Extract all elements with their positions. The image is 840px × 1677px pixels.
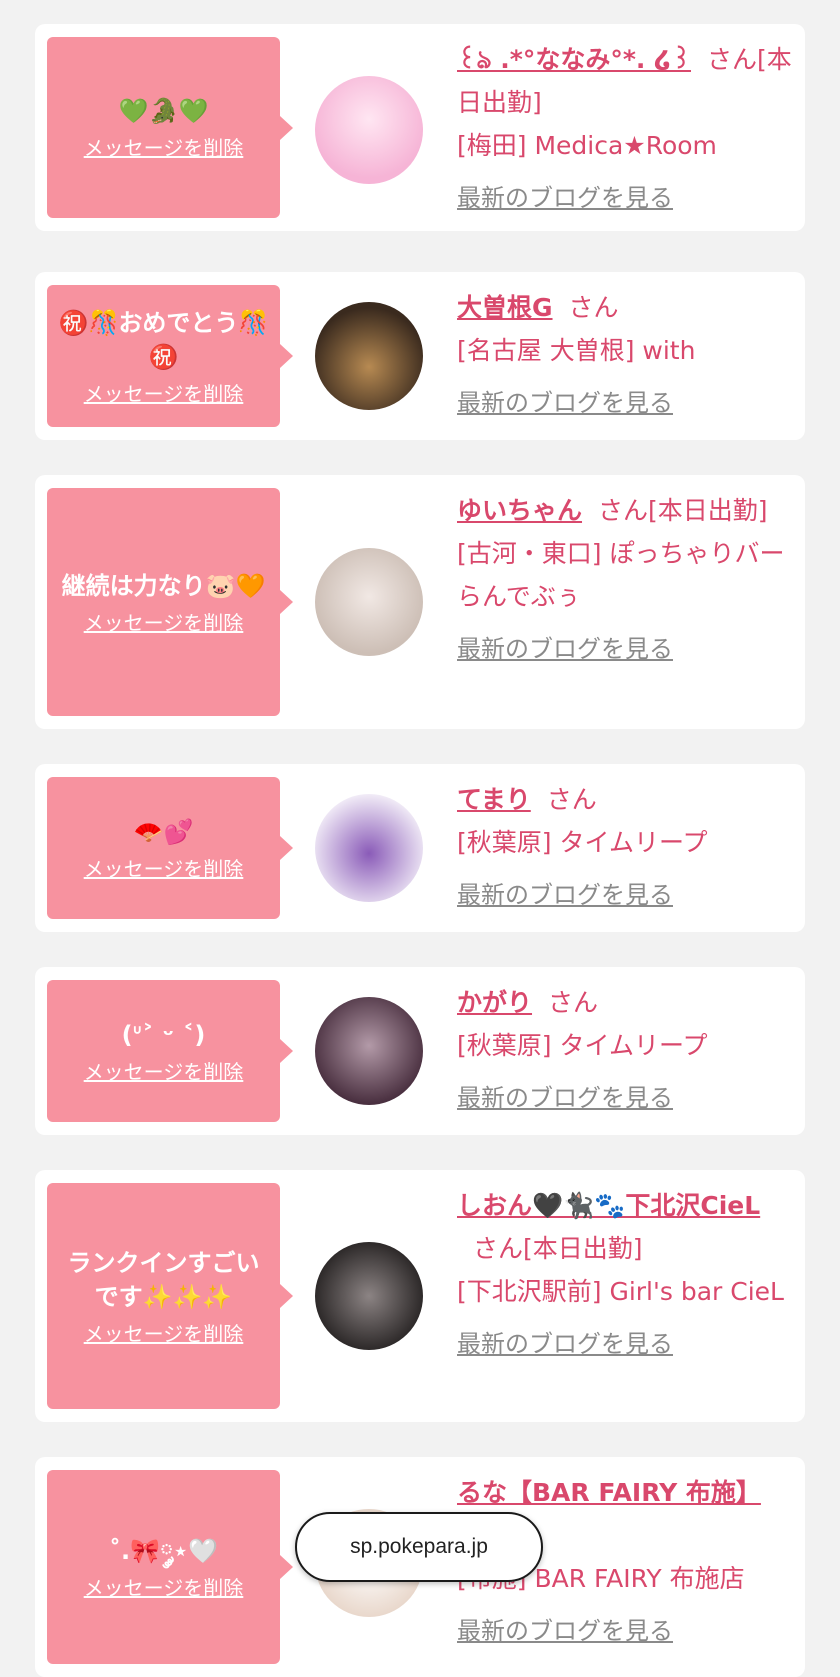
list-item: (ᐡ˃ ᵕ ˂) メッセージを削除 かがり さん [秋葉原] タイムリープ 最新の… xyxy=(35,967,805,1135)
cast-name-link[interactable]: ꒰ঌ .*°ななみ°*. ໒꒱ xyxy=(457,45,691,74)
message-text: 🪭💕 xyxy=(133,817,194,846)
message-bubble: 💚🐊💚 メッセージを削除 xyxy=(47,37,293,218)
message-bubble: ˚.🎀༘⋆🤍 メッセージを削除 xyxy=(47,1470,293,1664)
cast-name-link[interactable]: ゆいちゃん xyxy=(457,496,582,525)
cast-name-link[interactable]: かがり xyxy=(457,988,532,1017)
message-bubble: 継続は力なり🐷🧡 メッセージを削除 xyxy=(47,488,293,716)
cast-name-link[interactable]: しおん🖤🐈‍⬛🐾下北沢CieL xyxy=(457,1191,760,1220)
message-text: 継続は力なり🐷🧡 xyxy=(61,571,266,600)
cast-suffix: さん xyxy=(546,785,597,814)
cast-info: てまり さん [秋葉原] タイムリープ 最新のブログを見る xyxy=(457,778,797,917)
delete-message-link[interactable]: メッセージを削除 xyxy=(84,1056,244,1085)
message-text: ˚.🎀༘⋆🤍 xyxy=(108,1536,219,1565)
avatar[interactable] xyxy=(315,794,423,902)
cast-name-link[interactable]: 大曽根G xyxy=(457,293,553,322)
delete-message-link[interactable]: メッセージを削除 xyxy=(84,853,244,882)
shop-name: [秋葉原] タイムリープ xyxy=(457,828,708,857)
cast-info: ꒰ঌ .*°ななみ°*. ໒꒱ さん[本日出勤] [梅田] Medica★Room… xyxy=(457,38,797,220)
cast-info: ゆいちゃん さん[本日出勤] [古河・東口] ぽっちゃりバー らんでぶぅ 最新のブ… xyxy=(457,489,797,671)
cast-name-link[interactable]: るな【BAR FAIRY 布施】 xyxy=(457,1478,761,1507)
blog-link[interactable]: 最新のブログを見る xyxy=(457,1610,797,1653)
browser-url-bar[interactable]: sp.pokepara.jp xyxy=(295,1512,543,1582)
list-item: 継続は力なり🐷🧡 メッセージを削除 ゆいちゃん さん[本日出勤] [古河・東口] … xyxy=(35,475,805,729)
shop-name: [下北沢駅前] Girl's bar CieL xyxy=(457,1277,784,1306)
delete-message-link[interactable]: メッセージを削除 xyxy=(84,1572,244,1601)
avatar[interactable] xyxy=(315,1242,423,1350)
shop-name: [秋葉原] タイムリープ xyxy=(457,1031,708,1060)
blog-link[interactable]: 最新のブログを見る xyxy=(457,628,797,671)
message-text: 💚🐊💚 xyxy=(118,97,209,125)
cast-suffix: さん xyxy=(568,293,619,322)
delete-message-link[interactable]: メッセージを削除 xyxy=(84,1318,244,1347)
blog-link[interactable]: 最新のブログを見る xyxy=(457,177,797,220)
list-item: ㊗️🎊おめでとう🎊㊗️ メッセージを削除 大曽根G さん [名古屋 大曽根] wi… xyxy=(35,272,805,440)
cast-info: 大曽根G さん [名古屋 大曽根] with 最新のブログを見る xyxy=(457,286,797,425)
list-item: ランクインすごいです✨✨✨ メッセージを削除 しおん🖤🐈‍⬛🐾下北沢CieL さん… xyxy=(35,1170,805,1422)
blog-link[interactable]: 最新のブログを見る xyxy=(457,874,797,917)
list-item: 🪭💕 メッセージを削除 てまり さん [秋葉原] タイムリープ 最新のブログを見る xyxy=(35,764,805,932)
message-bubble: ランクインすごいです✨✨✨ メッセージを削除 xyxy=(47,1183,293,1409)
cast-suffix: さん[本日出勤] xyxy=(473,1234,643,1263)
delete-message-link[interactable]: メッセージを削除 xyxy=(84,132,244,161)
cast-suffix: さん[本日出勤] xyxy=(598,496,768,525)
avatar[interactable] xyxy=(315,76,423,184)
cast-info: かがり さん [秋葉原] タイムリープ 最新のブログを見る xyxy=(457,981,797,1120)
blog-link[interactable]: 最新のブログを見る xyxy=(457,1323,797,1366)
shop-name: [古河・東口] ぽっちゃりバー らんでぶぅ xyxy=(457,539,785,611)
cast-info: しおん🖤🐈‍⬛🐾下北沢CieL さん[本日出勤] [下北沢駅前] Girl's b… xyxy=(457,1184,797,1366)
delete-message-link[interactable]: メッセージを削除 xyxy=(84,607,244,636)
message-bubble: (ᐡ˃ ᵕ ˂) メッセージを削除 xyxy=(47,980,293,1122)
avatar[interactable] xyxy=(315,548,423,656)
list-item: 💚🐊💚 メッセージを削除 ꒰ঌ .*°ななみ°*. ໒꒱ さん[本日出勤] [梅田… xyxy=(35,24,805,231)
message-text: ランクインすごいです✨✨✨ xyxy=(67,1248,260,1311)
shop-name: [名古屋 大曽根] with xyxy=(457,336,696,365)
message-text: ㊗️🎊おめでとう🎊㊗️ xyxy=(58,308,269,371)
url-text: sp.pokepara.jp xyxy=(350,1535,488,1558)
cast-suffix: さん xyxy=(548,988,599,1017)
blog-link[interactable]: 最新のブログを見る xyxy=(457,1077,797,1120)
cast-name-link[interactable]: てまり xyxy=(457,785,531,814)
message-text: (ᐡ˃ ᵕ ˂) xyxy=(121,1020,206,1049)
avatar[interactable] xyxy=(315,302,423,410)
shop-name: [梅田] Medica★Room xyxy=(457,131,717,160)
message-bubble: 🪭💕 メッセージを削除 xyxy=(47,777,293,919)
avatar[interactable] xyxy=(315,997,423,1105)
blog-link[interactable]: 最新のブログを見る xyxy=(457,382,797,425)
message-bubble: ㊗️🎊おめでとう🎊㊗️ メッセージを削除 xyxy=(47,285,293,427)
delete-message-link[interactable]: メッセージを削除 xyxy=(84,378,244,407)
